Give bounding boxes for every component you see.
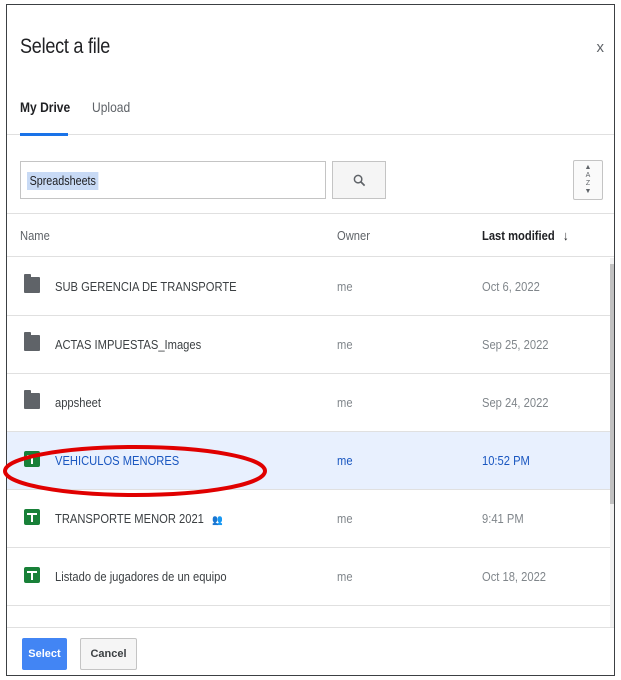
file-list: SUB GERENCIA DE TRANSPORTE me Oct 6, 202… bbox=[7, 258, 610, 627]
search-button[interactable] bbox=[332, 161, 386, 199]
file-last-modified: 10:52 PM bbox=[482, 453, 530, 468]
spreadsheet-icon bbox=[24, 567, 40, 583]
file-row[interactable]: Listado de jugadores de un equipo me Oct… bbox=[7, 548, 610, 606]
cancel-button[interactable]: Cancel bbox=[80, 638, 137, 670]
file-row[interactable]: SUB GERENCIA DE TRANSPORTE me Oct 6, 202… bbox=[7, 258, 610, 316]
file-name: appsheet bbox=[55, 395, 102, 410]
sort-letter-z: Z bbox=[585, 180, 591, 187]
file-name: Listado de jugadores de un equipo bbox=[55, 569, 227, 584]
file-row-selected[interactable]: VEHICULOS MENORES me 10:52 PM bbox=[7, 432, 610, 490]
file-last-modified: Oct 18, 2022 bbox=[482, 569, 547, 584]
file-last-modified: Sep 24, 2022 bbox=[482, 395, 549, 410]
tab-upload[interactable]: Upload bbox=[92, 99, 130, 115]
sort-up-arrow-icon: ▲ bbox=[584, 164, 592, 171]
file-name: ACTAS IMPUESTAS_Images bbox=[55, 337, 202, 352]
tab-my-drive[interactable]: My Drive bbox=[20, 99, 70, 115]
file-row[interactable]: TRANSPORTE MENOR 2021 👥 me 9:41 PM bbox=[7, 490, 610, 548]
file-last-modified: Sep 25, 2022 bbox=[482, 337, 549, 352]
sort-az-button[interactable]: ▲ A Z ▼ bbox=[573, 160, 603, 200]
sort-down-arrow-icon: ▼ bbox=[584, 188, 592, 195]
search-input-value: Spreadsheets bbox=[27, 172, 99, 190]
file-row[interactable]: ACTAS IMPUESTAS_Images me Sep 25, 2022 bbox=[7, 316, 610, 374]
file-owner: me bbox=[337, 395, 353, 410]
shared-users-icon: 👥 bbox=[212, 515, 223, 526]
spreadsheet-icon bbox=[24, 451, 40, 467]
file-name: SUB GERENCIA DE TRANSPORTE bbox=[55, 279, 237, 294]
file-owner: me bbox=[337, 279, 353, 294]
search-icon bbox=[353, 174, 365, 186]
active-tab-indicator bbox=[20, 133, 68, 136]
file-row[interactable]: appsheet me Sep 24, 2022 bbox=[7, 374, 610, 432]
file-list-scrollbar[interactable] bbox=[610, 258, 614, 627]
file-owner: me bbox=[337, 511, 353, 526]
folder-icon bbox=[24, 332, 40, 351]
column-header-owner[interactable]: Owner bbox=[337, 228, 370, 243]
column-header-last-modified-label: Last modified bbox=[482, 228, 555, 243]
folder-icon bbox=[24, 274, 40, 293]
sort-arrow-down-icon: ↓ bbox=[562, 228, 569, 243]
file-owner: me bbox=[337, 453, 353, 468]
file-name: TRANSPORTE MENOR 2021 👥 bbox=[55, 511, 223, 526]
file-owner: me bbox=[337, 569, 353, 584]
folder-icon bbox=[24, 390, 40, 409]
file-last-modified: Oct 6, 2022 bbox=[482, 279, 540, 294]
file-owner: me bbox=[337, 337, 353, 352]
select-button[interactable]: Select bbox=[22, 638, 67, 670]
file-name-text: TRANSPORTE MENOR 2021 bbox=[55, 511, 204, 526]
dialog-title: Select a file bbox=[20, 35, 111, 58]
file-picker-dialog: Select a file x My Drive Upload Spreadsh… bbox=[6, 4, 615, 676]
search-input[interactable]: Spreadsheets bbox=[20, 161, 326, 199]
spreadsheet-icon bbox=[24, 509, 40, 525]
dialog-footer: Select Cancel bbox=[7, 627, 614, 675]
close-icon[interactable]: x bbox=[597, 39, 605, 56]
file-last-modified: 9:41 PM bbox=[482, 511, 524, 526]
file-list-header: Name Owner Last modified ↓ bbox=[7, 213, 614, 257]
file-name: VEHICULOS MENORES bbox=[55, 453, 180, 468]
column-header-last-modified[interactable]: Last modified ↓ bbox=[482, 228, 569, 243]
tab-bar: My Drive Upload bbox=[7, 91, 614, 136]
column-header-name[interactable]: Name bbox=[20, 228, 50, 243]
scrollbar-thumb[interactable] bbox=[610, 264, 614, 504]
sort-letter-a: A bbox=[585, 172, 591, 179]
